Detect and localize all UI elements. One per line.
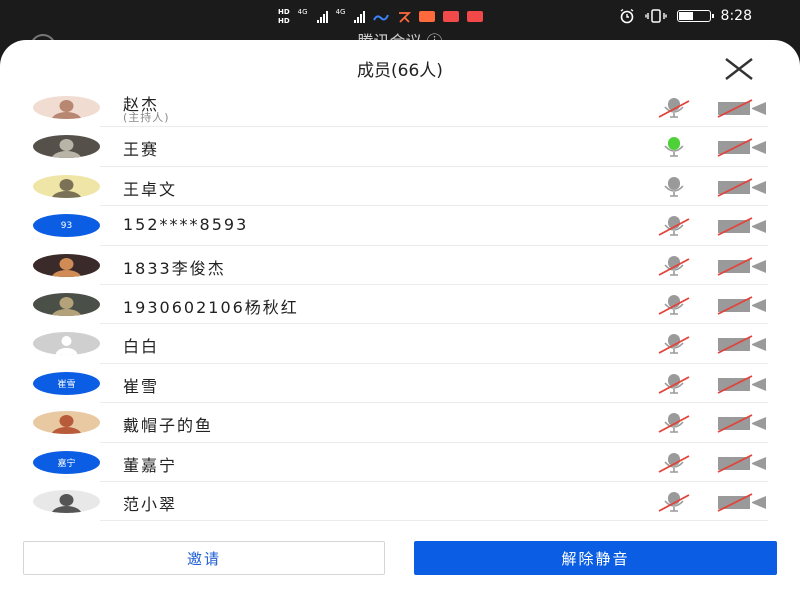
camera-off-icon[interactable] bbox=[716, 453, 768, 473]
member-name: 王卓文 bbox=[123, 179, 178, 199]
app-notification-icon bbox=[419, 11, 436, 22]
battery-level bbox=[678, 12, 693, 20]
avatar-photo bbox=[51, 100, 82, 119]
avatar: 崔雪 bbox=[33, 371, 100, 395]
signal-icon bbox=[316, 10, 328, 23]
member-name: 白白 bbox=[123, 337, 160, 357]
member-row[interactable]: 93 152****8593 bbox=[0, 206, 800, 246]
hd-label-1: HD bbox=[278, 8, 290, 16]
clock: 8:28 bbox=[720, 8, 752, 24]
member-name: 范小翠 bbox=[123, 494, 178, 514]
member-row[interactable]: 1930602106杨秋红 bbox=[0, 285, 800, 325]
camera-off-icon[interactable] bbox=[716, 334, 768, 355]
alarm-icon bbox=[620, 8, 633, 24]
member-row[interactable]: 崔雪 崔雪 bbox=[0, 364, 800, 404]
avatar bbox=[33, 135, 100, 159]
camera-off-icon[interactable] bbox=[716, 216, 768, 236]
avatar bbox=[33, 174, 100, 198]
avatar bbox=[33, 411, 100, 435]
mic-muted-icon[interactable] bbox=[656, 333, 692, 355]
vibrate-icon bbox=[644, 9, 667, 23]
member-row[interactable]: 戴帽子的鱼 bbox=[0, 403, 800, 443]
hd-label-2: HD bbox=[278, 17, 290, 25]
avatar bbox=[33, 332, 100, 356]
camera-off-icon[interactable] bbox=[716, 413, 768, 433]
avatar-photo bbox=[51, 257, 82, 277]
camera-off-icon[interactable] bbox=[716, 295, 768, 315]
mic-muted-icon[interactable] bbox=[656, 412, 692, 434]
camera-off-icon[interactable] bbox=[716, 374, 768, 394]
avatar bbox=[33, 489, 100, 513]
member-row[interactable]: 范小翠 bbox=[0, 482, 800, 522]
member-name: 152****8593 bbox=[123, 215, 249, 235]
app-notification-icon bbox=[443, 11, 460, 22]
avatar: 93 bbox=[33, 214, 100, 238]
avatar: 嘉宁 bbox=[33, 450, 100, 474]
mic-icon[interactable] bbox=[656, 176, 692, 198]
avatar bbox=[33, 292, 100, 316]
member-name: 戴帽子的鱼 bbox=[123, 416, 214, 436]
member-row[interactable]: 王赛 bbox=[0, 127, 800, 168]
camera-off-icon[interactable] bbox=[716, 137, 768, 158]
hd-indicator: HD HD bbox=[278, 8, 290, 25]
member-name: 1930602106杨秋红 bbox=[123, 297, 299, 317]
avatar-photo bbox=[51, 415, 82, 435]
avatar-photo bbox=[51, 178, 82, 198]
unmute-button[interactable]: 解除静音 bbox=[414, 541, 777, 575]
status-left: HD HD 4G 4G bbox=[278, 8, 484, 25]
mic-muted-icon[interactable] bbox=[656, 215, 692, 237]
camera-off-icon[interactable] bbox=[716, 98, 768, 118]
member-name: 董嘉宁 bbox=[123, 455, 178, 475]
battery-icon bbox=[676, 10, 714, 22]
status-right: 8:28 bbox=[619, 8, 752, 24]
mic-muted-icon[interactable] bbox=[656, 294, 692, 316]
avatar bbox=[33, 253, 100, 277]
member-row[interactable]: 赵杰 (主持人) bbox=[0, 88, 800, 128]
mic-speaking-icon[interactable] bbox=[656, 136, 692, 158]
app-notification-icon bbox=[399, 11, 412, 23]
avatar bbox=[33, 96, 100, 119]
mic-muted-icon[interactable] bbox=[656, 452, 692, 474]
invite-button[interactable]: 邀请 bbox=[23, 541, 385, 575]
member-list: 赵杰 (主持人) 王赛 王卓文 93 152****8593 1833李俊杰 1… bbox=[0, 88, 800, 522]
member-role: (主持人) bbox=[123, 111, 170, 124]
mic-muted-icon[interactable] bbox=[656, 373, 692, 395]
close-icon[interactable] bbox=[722, 56, 756, 82]
avatar-photo bbox=[51, 296, 82, 316]
network-label-1: 4G bbox=[297, 8, 308, 16]
member-row[interactable]: 白白 bbox=[0, 324, 800, 365]
member-name: 王赛 bbox=[123, 140, 160, 160]
app-notification-icon bbox=[373, 14, 390, 20]
camera-off-icon[interactable] bbox=[716, 177, 768, 197]
members-sheet: 成员(66人) 赵杰 (主持人) 王赛 王卓文 93 152****8593 1… bbox=[0, 40, 800, 600]
default-avatar-icon bbox=[55, 336, 78, 356]
member-name: 1833李俊杰 bbox=[123, 258, 226, 278]
camera-off-icon[interactable] bbox=[716, 256, 768, 276]
network-label-2: 4G bbox=[335, 8, 346, 16]
member-row[interactable]: 1833李俊杰 bbox=[0, 246, 800, 286]
signal-icon-2 bbox=[354, 10, 366, 23]
avatar-photo bbox=[51, 139, 82, 159]
app-notification-icon bbox=[467, 11, 484, 22]
member-name: 崔雪 bbox=[123, 376, 160, 396]
mic-muted-icon[interactable] bbox=[656, 97, 692, 119]
avatar-photo bbox=[51, 493, 82, 513]
member-row[interactable]: 王卓文 bbox=[0, 167, 800, 207]
camera-off-icon[interactable] bbox=[716, 492, 768, 512]
mic-muted-icon[interactable] bbox=[656, 491, 692, 513]
sheet-title: 成员(66人) bbox=[357, 61, 443, 81]
mic-muted-icon[interactable] bbox=[656, 255, 692, 277]
member-row[interactable]: 嘉宁 董嘉宁 bbox=[0, 443, 800, 483]
